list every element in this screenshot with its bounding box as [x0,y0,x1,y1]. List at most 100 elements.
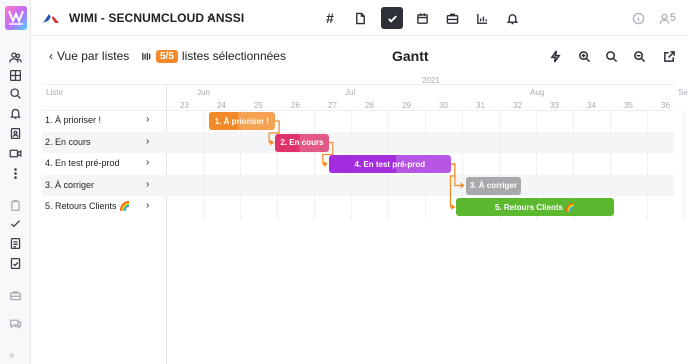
top-bar: WIMI - SECNUMCLOUD ANSSI # 5 [31,0,688,36]
list-row-label: 3. À corriger [45,179,95,190]
page-title: Gantt [392,48,429,64]
timeline-divider [42,84,674,85]
gantt-bar[interactable]: 2. En cours [275,133,329,152]
list-row-label: 5. Retours Clients 🌈 [45,201,131,211]
info-icon [632,12,644,24]
week-gridline [647,110,648,220]
week-label: 24 [217,101,226,110]
check-icon[interactable] [8,216,23,231]
month-label: Sep [678,88,688,97]
external-link-icon [663,50,675,62]
reports-tab[interactable] [471,7,493,29]
search-icon [605,50,617,62]
workspace-name[interactable]: WIMI - SECNUMCLOUD ANSSI [69,11,244,25]
list-row-label: 4. En test pré-prod [45,158,120,168]
gantt-bar[interactable]: 1. À prioriser ! [208,112,276,130]
week-gridline [203,110,204,220]
video-icon[interactable] [8,146,23,161]
chevron-right-icon[interactable]: › [146,157,149,168]
lists-selection-button[interactable]: 5/5 listes sélectionnées [141,49,286,63]
bell-icon[interactable] [8,106,23,121]
zoom-out-button[interactable] [630,47,648,65]
more-vertical-icon[interactable] [8,166,23,181]
gantt-bar[interactable]: 4. En test pré-prod [328,155,451,173]
zoom-out-icon [633,50,645,62]
month-label: Jun [197,88,210,97]
task-done-icon[interactable] [8,256,23,271]
members-count: 5 [669,12,676,24]
list-row-label: 1. À prioriser ! [45,115,102,125]
selected-lists-label: listes sélectionnées [181,49,286,63]
left-rail: » [0,0,31,364]
columns-icon [142,52,151,60]
gantt-bar[interactable]: 5. Retours Clients 🌈 [456,198,614,216]
week-label: 30 [439,101,448,110]
chat-icon[interactable] [8,316,23,331]
week-label: 36 [661,101,670,110]
bar-chart-icon [476,13,487,24]
week-gridline [277,110,278,220]
week-label: 32 [513,101,522,110]
check-icon [387,15,397,23]
user-icon [659,13,669,24]
gantt-bar[interactable]: 3. À corriger [465,176,522,195]
lightning-icon [549,49,561,63]
grid-icon[interactable] [8,68,23,83]
expand-rail-icon[interactable]: » [9,350,15,361]
zoom-in-button[interactable] [575,47,593,65]
week-label: 27 [328,101,337,110]
back-label: Vue par listes [57,49,130,63]
chevron-right-icon[interactable]: › [146,114,149,125]
gantt-chart: Liste 2021 JunJulAugSep 2324252627282930… [42,74,688,364]
month-label: Jul [345,88,356,97]
chevron-right-icon[interactable]: › [146,179,149,190]
bell-icon [506,13,518,24]
wimi-logo[interactable] [5,6,27,30]
zoom-in-icon [578,50,590,62]
week-label: 31 [476,101,485,110]
week-label: 33 [550,101,559,110]
chevron-right-icon[interactable]: › [146,136,149,147]
document-icon [355,12,365,24]
week-label: 25 [254,101,263,110]
calendar-icon [416,12,428,24]
workspace-flag-icon [43,14,59,24]
documents-tab[interactable] [349,7,371,29]
search-icon[interactable] [8,86,23,101]
channels-tab[interactable]: # [319,7,341,29]
chevron-left-icon: ‹ [49,49,53,63]
notifications-tab[interactable] [501,7,523,29]
week-label: 28 [365,101,374,110]
chevron-down-icon[interactable] [207,14,215,22]
month-label: Aug [530,88,545,97]
briefcase-icon [446,13,458,24]
week-label: 34 [587,101,596,110]
search-button[interactable] [602,47,620,65]
list-column-header: Liste [46,88,63,97]
week-label: 23 [180,101,189,110]
week-gridline [314,110,315,220]
tasks-tab[interactable] [381,7,403,29]
info-button[interactable] [627,7,649,29]
task-list-icon[interactable] [8,236,23,251]
week-label: 29 [402,101,411,110]
selected-count-badge: 5/5 [156,49,178,63]
back-to-lists-button[interactable]: ‹ Vue par listes [49,49,129,63]
projects-tab[interactable] [441,7,463,29]
list-row[interactable]: 1. À prioriser ! › [42,110,674,131]
list-row[interactable]: 2. En cours › [42,131,674,153]
contact-card-icon[interactable] [8,126,23,141]
calendar-tab[interactable] [411,7,433,29]
users-icon[interactable] [8,50,23,65]
briefcase-icon[interactable] [8,288,23,303]
chevron-right-icon[interactable]: › [146,200,149,211]
hash-icon: # [326,10,334,26]
open-external-button[interactable] [660,47,678,65]
list-row[interactable]: 3. À corriger › [42,174,674,196]
critical-path-button[interactable] [546,47,564,65]
week-label: 26 [291,101,300,110]
list-row-label: 2. En cours [45,136,91,147]
week-label: 35 [624,101,633,110]
clipboard-icon[interactable] [8,198,23,213]
week-gridline [684,110,685,220]
